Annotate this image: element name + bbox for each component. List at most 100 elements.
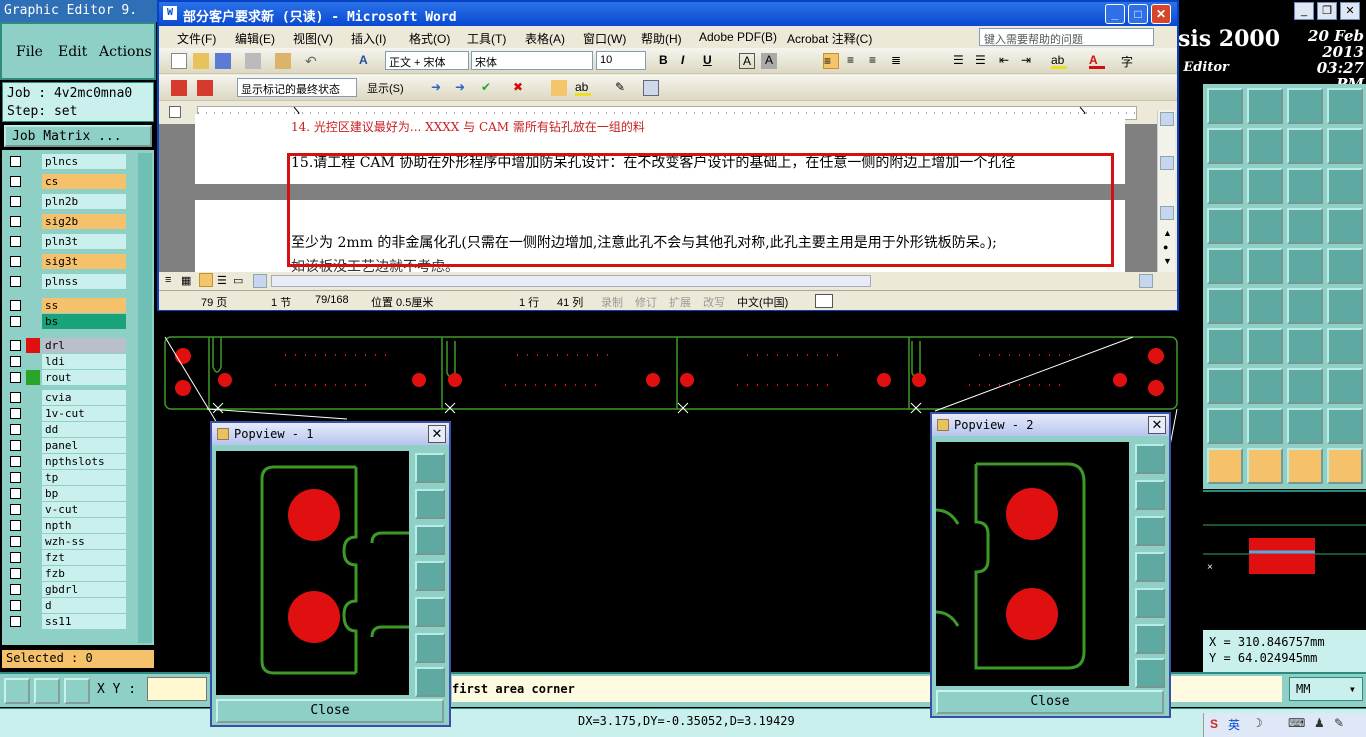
redo-view-icon[interactable] [1247, 88, 1283, 124]
next-page-icon[interactable]: ▼ [1163, 256, 1172, 266]
units-select[interactable]: MM ▾ [1289, 677, 1363, 701]
layer-row[interactable]: plnss [8, 274, 126, 289]
menu-format[interactable]: 格式(O) [409, 30, 450, 47]
layer-checkbox[interactable] [10, 552, 21, 563]
layer-checkbox[interactable] [10, 340, 21, 351]
normal-view-icon[interactable]: ≡ [165, 274, 171, 286]
point-icon[interactable] [1287, 288, 1323, 324]
layer-row[interactable]: tp [8, 470, 126, 485]
highlight-review-icon[interactable]: ab [575, 80, 591, 96]
layer-row[interactable]: v-cut [8, 502, 126, 517]
node-icon[interactable] [1207, 288, 1243, 324]
menu-file[interactable]: File [16, 44, 43, 60]
pan-right-icon[interactable] [1135, 588, 1165, 618]
print-view-icon[interactable] [199, 273, 213, 287]
popview-2-close-button[interactable]: Close [936, 690, 1164, 714]
overview-map[interactable]: × [1203, 490, 1366, 630]
measure-icon[interactable] [1207, 208, 1243, 244]
pan-left-icon[interactable] [1135, 552, 1165, 582]
restore-icon[interactable]: ❐ [1317, 2, 1337, 20]
job-matrix-button[interactable]: Job Matrix ... [4, 125, 152, 147]
undo-icon[interactable]: ↶ [305, 53, 321, 69]
underline-icon[interactable]: U [703, 53, 719, 69]
layer-row[interactable]: fzt [8, 550, 126, 565]
pan-down-icon[interactable] [415, 525, 445, 555]
ruler-icon[interactable] [1287, 248, 1323, 284]
new-doc-icon[interactable] [171, 53, 187, 69]
layer-checkbox[interactable] [10, 256, 21, 267]
outline-view-icon[interactable]: ☰ [217, 274, 227, 287]
phonetic-icon[interactable]: 字 [1121, 53, 1137, 69]
zoom-in-icon[interactable] [1135, 624, 1165, 654]
layer-checkbox[interactable] [10, 472, 21, 483]
close-icon[interactable]: ✕ [1340, 2, 1360, 20]
undo-view-icon[interactable] [1207, 88, 1243, 124]
font-color-icon[interactable]: A [1089, 53, 1105, 69]
layer-checkbox[interactable] [10, 236, 21, 247]
select-icon[interactable] [1207, 248, 1243, 284]
status-rec[interactable]: 录制 [601, 294, 623, 310]
pan-right-icon[interactable] [415, 597, 445, 627]
layer-checkbox[interactable] [10, 196, 21, 207]
menu-tools[interactable]: 工具(T) [467, 30, 506, 47]
help-icon[interactable] [1327, 168, 1363, 204]
align-center-icon[interactable]: ≡ [847, 53, 863, 69]
layer-checkbox[interactable] [10, 616, 21, 627]
layer-checkbox[interactable] [10, 424, 21, 435]
layer-row[interactable]: npthslots [8, 454, 126, 469]
bold-icon[interactable]: B [659, 53, 675, 69]
tab-stop-icon[interactable] [169, 106, 181, 118]
zoom-right-icon[interactable] [1247, 128, 1283, 164]
layer-row[interactable]: ldi [8, 354, 126, 369]
menu-acrobat[interactable]: Acrobat 注释(C) [787, 30, 872, 47]
layer-checkbox[interactable] [10, 440, 21, 451]
layer-checkbox[interactable] [10, 408, 21, 419]
style-combo[interactable]: 正文 + 宋体 [385, 51, 469, 70]
horizontal-scrollbar[interactable]: ≡ ▦ ☰ ▭ [159, 272, 1177, 290]
menu-table[interactable]: 表格(A) [525, 30, 565, 47]
layer-row[interactable]: wzh-ss [8, 534, 126, 549]
moon-icon[interactable]: ☽ [1252, 716, 1263, 730]
person-icon[interactable]: ♟ [1314, 716, 1325, 730]
pointer-icon[interactable] [1207, 448, 1243, 484]
layer-checkbox[interactable] [10, 372, 21, 383]
xy-input[interactable] [147, 677, 207, 701]
pdf-icon[interactable] [171, 80, 187, 96]
layer-row[interactable]: bs [8, 314, 126, 329]
tri4-icon[interactable] [1327, 408, 1363, 444]
layer-row[interactable]: ss [8, 298, 126, 313]
zoom-left-icon[interactable] [1207, 128, 1243, 164]
menu-adobe-pdf[interactable]: Adobe PDF(B) [699, 30, 777, 44]
ime-icon[interactable]: S [1210, 717, 1218, 731]
scroll-thumb[interactable] [1160, 156, 1174, 170]
scroll-down-icon[interactable] [1160, 206, 1174, 220]
scroll-left-icon[interactable] [253, 274, 267, 288]
save-icon[interactable] [215, 53, 231, 69]
layer-row[interactable]: bp [8, 486, 126, 501]
accept-change-icon[interactable]: ✔ [481, 80, 497, 96]
layer-checkbox[interactable] [10, 600, 21, 611]
layer-checkbox[interactable] [10, 392, 21, 403]
popview-1-canvas[interactable] [216, 451, 409, 695]
menu-file[interactable]: 文件(F) [177, 30, 216, 47]
menu-actions[interactable]: Actions [99, 44, 152, 60]
reviewing-pane-icon[interactable] [643, 80, 659, 96]
status-ovr[interactable]: 改写 [703, 294, 725, 310]
zoom-home-icon[interactable] [415, 453, 445, 483]
reject-change-icon[interactable]: ✖ [513, 80, 529, 96]
layer-row[interactable]: 1v-cut [8, 406, 126, 421]
ime-mode-icon[interactable]: 英 [1228, 716, 1240, 733]
key-icon[interactable] [1247, 208, 1283, 244]
ff-icon[interactable] [1327, 328, 1363, 364]
route-icon[interactable] [1327, 448, 1363, 484]
home-view-icon[interactable] [1287, 88, 1323, 124]
tri3-icon[interactable] [1287, 408, 1323, 444]
layer-checkbox[interactable] [10, 216, 21, 227]
fit-icon[interactable] [1207, 168, 1243, 204]
scroll-right-icon[interactable] [1139, 274, 1153, 288]
pan-up-icon[interactable] [415, 489, 445, 519]
align-right-icon[interactable]: ≡ [869, 53, 885, 69]
help-search-input[interactable]: 键入需要帮助的问题 [979, 28, 1154, 46]
arc-icon[interactable] [1287, 328, 1323, 364]
window-icon[interactable] [1327, 88, 1363, 124]
